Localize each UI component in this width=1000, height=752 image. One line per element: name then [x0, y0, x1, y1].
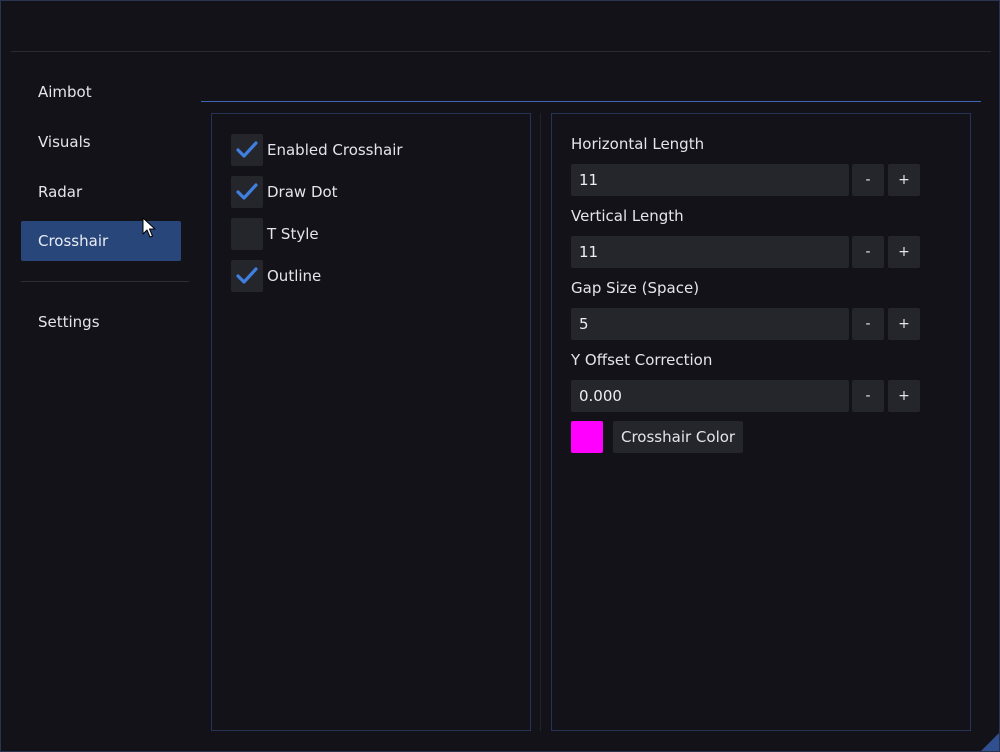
resize-grip-icon[interactable] [979, 731, 999, 751]
gap-size-label: Gap Size (Space) [571, 279, 700, 297]
check-row-draw-dot[interactable]: Draw Dot [231, 176, 338, 208]
outline-checkbox[interactable] [231, 260, 263, 292]
check-row-enabled-crosshair[interactable]: Enabled Crosshair [231, 134, 403, 166]
y-offset-decrement-button[interactable]: - [852, 380, 884, 412]
vertical-length-increment-button[interactable]: + [888, 236, 920, 268]
y-offset-input[interactable]: 0.000 [571, 380, 849, 412]
check-row-t-style[interactable]: T Style [231, 218, 319, 250]
gap-size-decrement-button[interactable]: - [852, 308, 884, 340]
checkbox-label: Draw Dot [267, 183, 338, 201]
horizontal-length-decrement-button[interactable]: - [852, 164, 884, 196]
gap-size-increment-button[interactable]: + [888, 308, 920, 340]
checkbox-label: T Style [267, 225, 319, 243]
t-style-checkbox[interactable] [231, 218, 263, 250]
enabled-crosshair-checkbox[interactable] [231, 134, 263, 166]
horizontal-length-label: Horizontal Length [571, 135, 705, 153]
checkmark-icon [236, 183, 258, 200]
vertical-length-decrement-button[interactable]: - [852, 236, 884, 268]
draw-dot-checkbox[interactable] [231, 176, 263, 208]
panel-divider [540, 113, 541, 731]
tab-underline [201, 101, 981, 102]
app-window: Aimbot Visuals Radar Crosshair Settings … [0, 0, 1000, 752]
sidebar-item-settings[interactable]: Settings [21, 302, 181, 342]
checkbox-label: Outline [267, 267, 322, 285]
vertical-length-label: Vertical Length [571, 207, 684, 225]
crosshair-color-button[interactable]: Crosshair Color [613, 421, 744, 453]
checkmark-icon [236, 141, 258, 158]
crosshair-color-swatch[interactable] [571, 421, 603, 453]
vertical-length-input[interactable]: 11 [571, 236, 849, 268]
check-row-outline[interactable]: Outline [231, 260, 321, 292]
sidebar-item-crosshair[interactable]: Crosshair [21, 221, 181, 261]
checkmark-icon [236, 267, 258, 284]
sidebar-item-visuals[interactable]: Visuals [21, 122, 181, 162]
gap-size-input[interactable]: 5 [571, 308, 849, 340]
sidebar-item-aimbot[interactable]: Aimbot [21, 72, 181, 112]
y-offset-label: Y Offset Correction [571, 351, 713, 369]
horizontal-length-increment-button[interactable]: + [888, 164, 920, 196]
sidebar-separator [21, 281, 189, 282]
sidebar-item-radar[interactable]: Radar [21, 172, 181, 212]
mouse-cursor-icon [142, 217, 156, 238]
checkbox-label: Enabled Crosshair [267, 141, 403, 159]
horizontal-length-input[interactable]: 11 [571, 164, 849, 196]
y-offset-increment-button[interactable]: + [888, 380, 920, 412]
title-separator [11, 51, 991, 52]
